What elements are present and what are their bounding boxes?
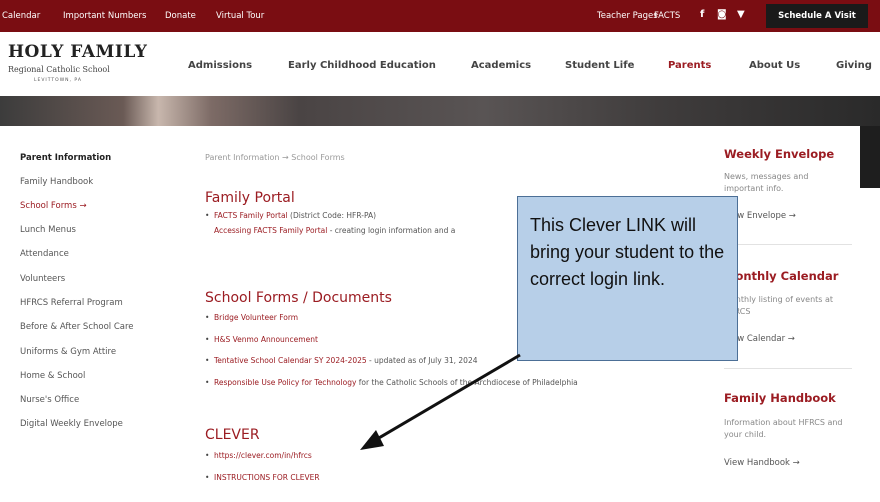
facts-portal-note: (District Code: HFR-PA)	[287, 211, 377, 220]
nav-admissions[interactable]: Admissions	[188, 60, 252, 71]
topbar-link-virtual-tour[interactable]: Virtual Tour	[216, 11, 264, 21]
breadcrumb-current: School Forms	[291, 153, 345, 162]
weekly-envelope-title: Weekly Envelope	[724, 147, 835, 161]
list-item: INSTRUCTIONS FOR CLEVER	[205, 473, 514, 483]
sidebar-item-referral-program[interactable]: HFRCS Referral Program	[20, 298, 123, 308]
bridge-volunteer-form-link[interactable]: Bridge Volunteer Form	[214, 313, 298, 322]
responsible-use-note: for the Catholic Schools of the Archdioc…	[356, 378, 578, 387]
list-item: Accessing FACTS Family Portal - creating…	[214, 226, 524, 236]
breadcrumb: Parent Information → School Forms	[205, 153, 345, 162]
facebook-icon[interactable]: f	[700, 9, 704, 20]
nav-giving[interactable]: Giving	[836, 60, 872, 71]
school-calendar-note: - updated as of July 31, 2024	[366, 356, 478, 365]
topbar-link-important-numbers[interactable]: Important Numbers	[63, 11, 146, 21]
logo-subtitle: Regional Catholic School	[8, 65, 110, 74]
sidebar-item-uniforms[interactable]: Uniforms & Gym Attire	[20, 347, 116, 357]
sidebar-item-attendance[interactable]: Attendance	[20, 249, 69, 259]
family-portal-heading: Family Portal	[205, 190, 295, 206]
sidebar-item-lunch-menus[interactable]: Lunch Menus	[20, 225, 76, 235]
nav-parents[interactable]: Parents	[668, 60, 711, 71]
list-item: Responsible Use Policy for Technology fo…	[205, 378, 614, 388]
sidebar-item-volunteers[interactable]: Volunteers	[20, 274, 65, 284]
site-header: HOLY FAMILY Regional Catholic School LEV…	[0, 32, 880, 96]
view-handbook-link[interactable]: View Handbook →	[724, 458, 800, 468]
school-calendar-link[interactable]: Tentative School Calendar SY 2024-2025	[214, 356, 367, 365]
logo-location: LEVITTOWN, PA	[34, 78, 82, 83]
monthly-calendar-text: Monthly listing of events at HFRCS	[724, 295, 834, 316]
annotation-callout: This Clever LINK will bring your student…	[517, 196, 738, 361]
topbar-link-facts[interactable]: FACTS	[654, 11, 680, 21]
nav-early-childhood[interactable]: Early Childhood Education	[288, 60, 436, 71]
hs-venmo-link[interactable]: H&S Venmo Announcement	[214, 335, 318, 344]
breadcrumb-parent[interactable]: Parent Information	[205, 153, 279, 162]
banner-edge	[860, 126, 880, 188]
nav-student-life[interactable]: Student Life	[565, 60, 634, 71]
utility-bar: Calendar Important Numbers Donate Virtua…	[0, 0, 880, 32]
schedule-visit-button[interactable]: Schedule A Visit	[766, 4, 868, 28]
twitter-icon[interactable]: ▼	[737, 9, 745, 20]
sidebar-item-nurses-office[interactable]: Nurse's Office	[20, 395, 79, 405]
nav-academics[interactable]: Academics	[471, 60, 531, 71]
accessing-facts-note: - creating login information and a	[327, 226, 456, 235]
topbar-link-donate[interactable]: Donate	[165, 11, 196, 21]
list-item: H&S Venmo Announcement	[205, 335, 514, 345]
sidebar-item-home-school[interactable]: Home & School	[20, 371, 85, 381]
list-item: FACTS Family Portal (District Code: HFR-…	[205, 211, 514, 221]
logo-name: HOLY FAMILY	[8, 42, 148, 62]
list-item: Bridge Volunteer Form	[205, 313, 514, 323]
responsible-use-policy-link[interactable]: Responsible Use Policy for Technology	[214, 378, 356, 387]
weekly-envelope-text: News, messages and important info.	[724, 172, 809, 193]
sidebar-item-digital-envelope[interactable]: Digital Weekly Envelope	[20, 419, 123, 429]
clever-instructions-link[interactable]: INSTRUCTIONS FOR CLEVER	[214, 473, 320, 482]
facts-portal-link[interactable]: FACTS Family Portal	[214, 211, 288, 220]
sidebar-item-school-forms[interactable]: School Forms →	[20, 201, 87, 211]
divider	[724, 244, 852, 245]
topbar-link-teacher-pages[interactable]: Teacher Pages	[597, 11, 658, 21]
sidebar-item-before-after-care[interactable]: Before & After School Care	[20, 322, 134, 332]
accessing-facts-link[interactable]: Accessing FACTS Family Portal	[214, 226, 327, 235]
sidebar-heading[interactable]: Parent Information	[20, 153, 111, 163]
nav-about-us[interactable]: About Us	[749, 60, 800, 71]
divider	[724, 368, 852, 369]
breadcrumb-separator: →	[282, 153, 289, 162]
clever-login-link[interactable]: https://clever.com/in/hfrcs	[214, 451, 312, 460]
list-item: https://clever.com/in/hfrcs	[205, 451, 514, 461]
sidebar-item-family-handbook[interactable]: Family Handbook	[20, 177, 93, 187]
clever-heading: CLEVER	[205, 427, 260, 443]
hero-banner-image	[0, 96, 880, 126]
monthly-calendar-title: Monthly Calendar	[724, 269, 839, 283]
topbar-link-calendar[interactable]: Calendar	[2, 11, 40, 21]
family-handbook-text: Information about HFRCS and your child.	[724, 418, 843, 439]
school-forms-heading: School Forms / Documents	[205, 290, 392, 306]
family-handbook-title: Family Handbook	[724, 391, 836, 405]
instagram-icon[interactable]: ◙	[717, 9, 727, 20]
